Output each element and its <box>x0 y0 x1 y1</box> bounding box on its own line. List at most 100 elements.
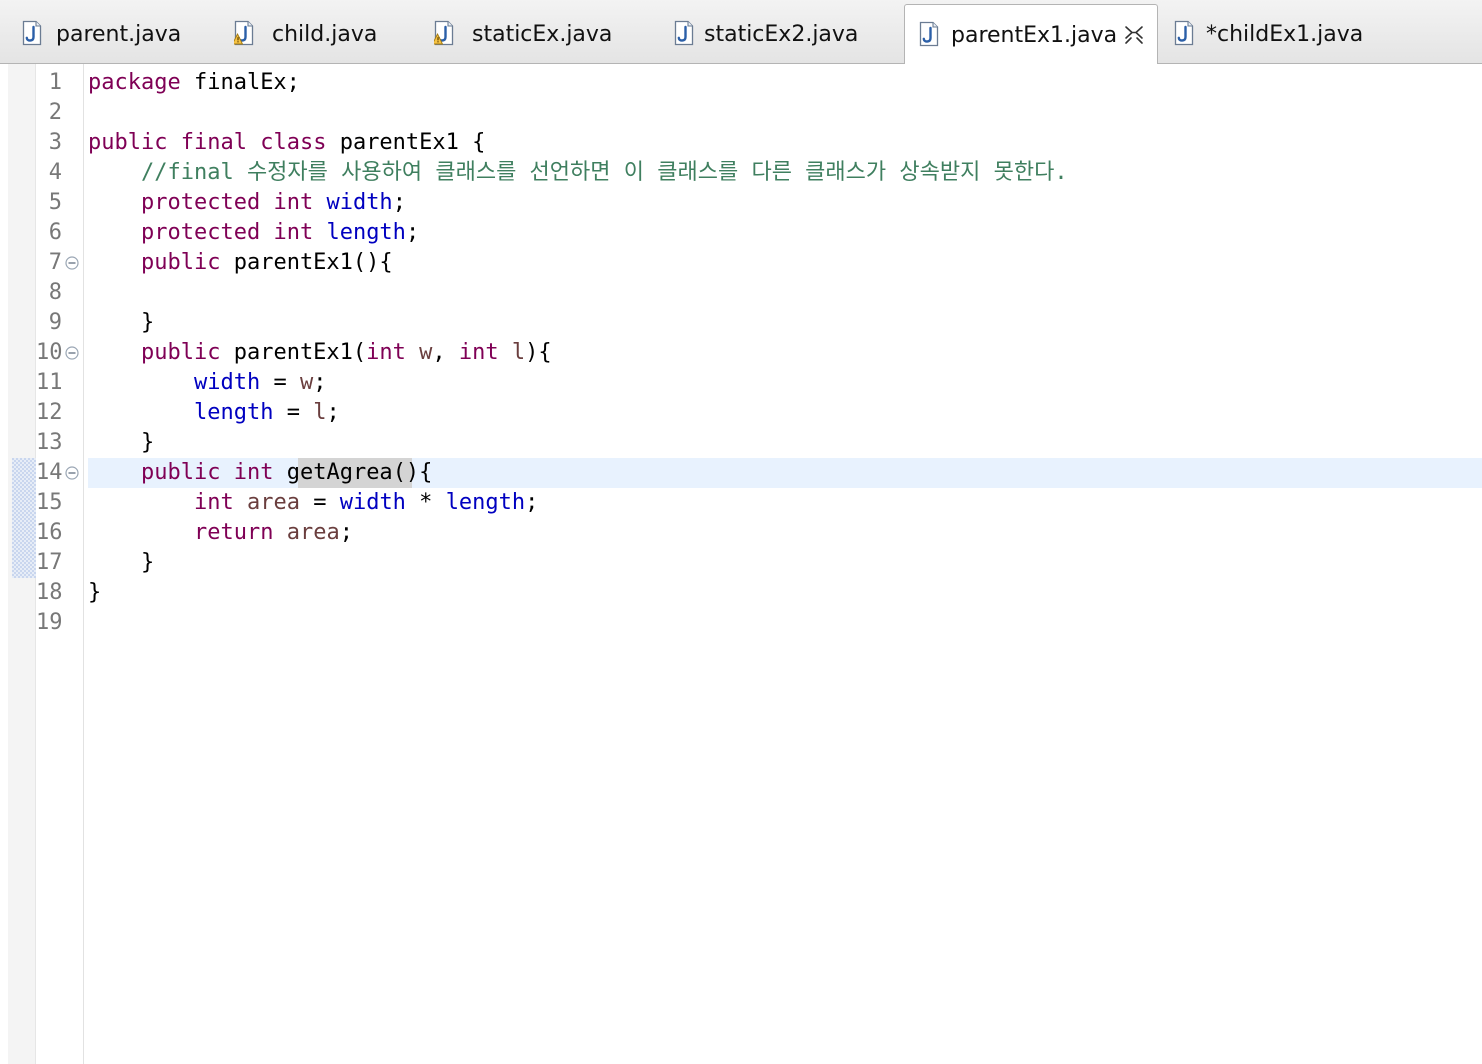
field-token: width <box>326 190 393 215</box>
java-file-warning-icon <box>434 20 454 46</box>
keyword-token: public <box>140 250 221 275</box>
field-token: width <box>193 370 261 395</box>
line-number: 16 <box>36 520 63 545</box>
line-number: 4 <box>48 160 62 185</box>
code-token: = <box>260 370 300 395</box>
keyword-token: public <box>140 340 221 365</box>
tab-label: staticEx.java <box>472 22 613 47</box>
local-variable-token: area <box>246 490 300 515</box>
annotation-ruler[interactable] <box>8 64 36 1064</box>
code-token: = <box>299 490 340 515</box>
code-line[interactable]: length = l; <box>88 398 340 428</box>
code-token: ; <box>405 220 420 245</box>
code-token: ; <box>525 490 539 515</box>
collapse-icon[interactable] <box>65 256 79 270</box>
code-line[interactable]: return area; <box>88 518 353 548</box>
local-variable-token: w <box>299 370 314 395</box>
close-tab-icon[interactable] <box>1123 24 1145 46</box>
code-token: getAgrea <box>286 460 393 485</box>
tab-child-java[interactable]: child.java <box>220 4 420 64</box>
comment-token: //final 수정자를 사용하여 클래스를 선언하면 이 클래스를 다른 클래… <box>140 160 1068 185</box>
keyword-token: public <box>88 130 168 155</box>
editor-tab-bar: parent.java child.java staticEx.java static… <box>0 0 1482 65</box>
keyword-token: package <box>88 70 181 95</box>
code-line[interactable]: } <box>88 548 154 578</box>
field-token: length <box>445 490 526 515</box>
keyword-token: return <box>193 520 274 545</box>
line-number: 14 <box>36 460 63 485</box>
local-variable-token: l <box>511 340 526 365</box>
collapse-icon[interactable] <box>65 346 79 360</box>
line-number: 18 <box>36 580 63 605</box>
tab-staticex-java[interactable]: staticEx.java <box>420 4 660 64</box>
line-number: 5 <box>48 190 62 215</box>
code-line[interactable]: public int getAgrea(){ <box>88 458 432 488</box>
code-token: } <box>88 310 155 335</box>
code-token: , <box>432 340 459 365</box>
line-number: 8 <box>48 280 62 305</box>
keyword-token: int <box>273 220 314 245</box>
code-line[interactable]: protected int width; <box>88 188 406 218</box>
tab-parent-java[interactable]: parent.java <box>8 4 220 64</box>
keyword-token: protected <box>140 220 261 245</box>
line-number: 3 <box>48 130 62 155</box>
line-number-gutter[interactable]: 1 2 3 4 5 6 7 8 9 10 11 12 13 14 15 16 17 18 19 <box>36 64 84 1064</box>
line-number: 9 <box>48 310 62 335</box>
line-number: 15 <box>36 490 63 515</box>
code-line[interactable]: public final class parentEx1 { <box>88 128 485 158</box>
code-line[interactable]: protected int length; <box>88 218 419 248</box>
code-token: parentEx1(){ <box>220 250 393 275</box>
local-variable-token: l <box>313 400 327 425</box>
code-line[interactable]: int area = width * length; <box>88 488 538 518</box>
collapse-icon[interactable] <box>65 466 79 480</box>
code-token: (){ <box>392 460 433 485</box>
code-editor[interactable]: 1 2 3 4 5 6 7 8 9 10 11 12 13 14 15 16 17 18 19 package fi… <box>8 64 1482 1064</box>
code-line[interactable]: public parentEx1(int w, int l){ <box>88 338 552 368</box>
code-line[interactable]: } <box>88 578 101 608</box>
code-token: } <box>88 430 155 455</box>
code-line[interactable]: //final 수정자를 사용하여 클래스를 선언하면 이 클래스를 다른 클래… <box>88 158 1068 188</box>
tab-label: staticEx2.java <box>704 22 859 47</box>
line-number: 2 <box>48 100 62 125</box>
code-line[interactable]: } <box>88 308 154 338</box>
tab-label: parentEx1.java <box>951 23 1118 48</box>
tab-childex1-java[interactable]: *childEx1.java <box>1160 4 1400 64</box>
code-token: ; <box>392 190 406 215</box>
tab-parentex1-java[interactable]: parentEx1.java <box>904 4 1158 65</box>
code-line[interactable]: width = w; <box>88 368 326 398</box>
field-token: length <box>193 400 274 425</box>
code-token: parentEx1 { <box>326 130 486 155</box>
keyword-token: int <box>273 190 314 215</box>
code-line[interactable]: package finalEx; <box>88 68 300 98</box>
field-token: length <box>326 220 406 245</box>
code-token: finalEx; <box>180 70 300 95</box>
line-number: 7 <box>48 250 62 275</box>
code-line[interactable]: } <box>88 428 154 458</box>
code-token: ; <box>339 520 353 545</box>
tab-label: child.java <box>272 22 378 47</box>
code-line[interactable]: public parentEx1(){ <box>88 248 393 278</box>
code-token: parentEx1( <box>220 340 367 365</box>
tab-staticex2-java[interactable]: staticEx2.java <box>660 4 904 64</box>
code-token: * <box>405 490 446 515</box>
code-token: = <box>273 400 314 425</box>
keyword-token: protected <box>140 190 261 215</box>
